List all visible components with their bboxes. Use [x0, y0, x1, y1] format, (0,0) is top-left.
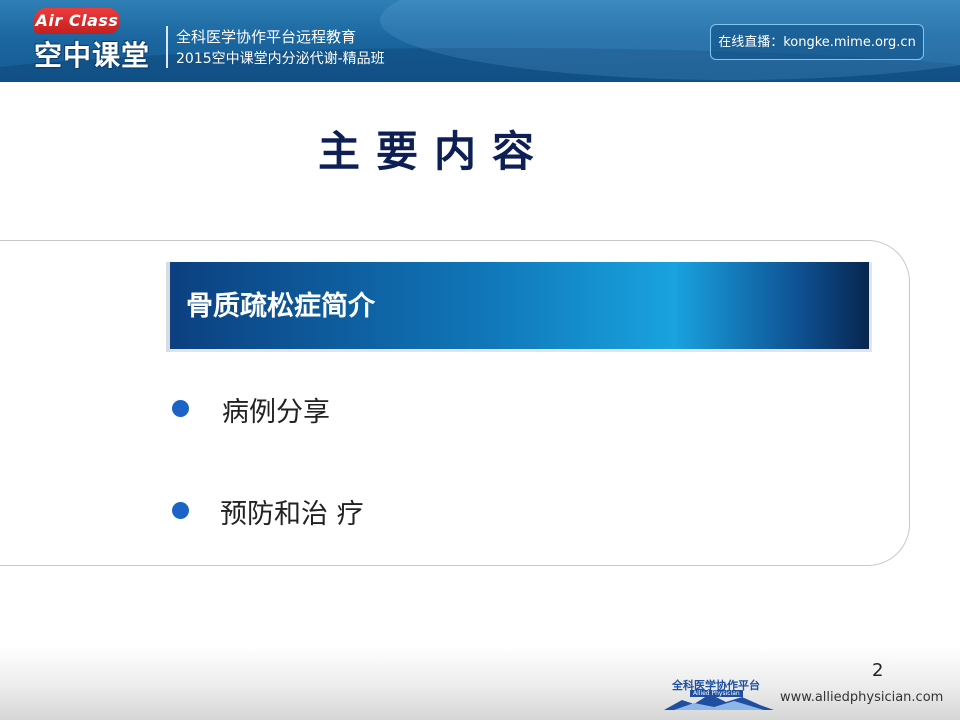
highlight-bar-edge: [166, 262, 170, 352]
list-item: 病例分享: [222, 397, 330, 428]
header-banner: Air Class 空中课堂 全科医学协作平台远程教育 2015空中课堂内分泌代…: [0, 0, 960, 82]
kongzhong-ketang-logo: 空中课堂: [34, 39, 151, 72]
bullet-icon: [172, 502, 189, 519]
footer-url[interactable]: www.alliedphysician.com: [780, 690, 943, 705]
list-item: 预防和治 疗: [220, 499, 364, 530]
bullet-icon: [172, 400, 189, 417]
slide-title: 主要内容: [317, 127, 550, 176]
highlight-item: 骨质疏松症简介: [186, 291, 375, 322]
page-number: 2: [872, 660, 884, 681]
footer-bar: [0, 646, 960, 720]
mountain-logo-icon: [664, 694, 774, 710]
header-subtitle-1: 全科医学协作平台远程教育: [176, 28, 357, 46]
live-stream-link[interactable]: 在线直播：kongke.mime.org.cn: [710, 24, 924, 60]
air-class-logo-badge: Air Class: [34, 8, 120, 34]
header-subtitle-2: 2015空中课堂内分泌代谢-精品班: [176, 51, 385, 67]
header-divider: [166, 26, 168, 68]
